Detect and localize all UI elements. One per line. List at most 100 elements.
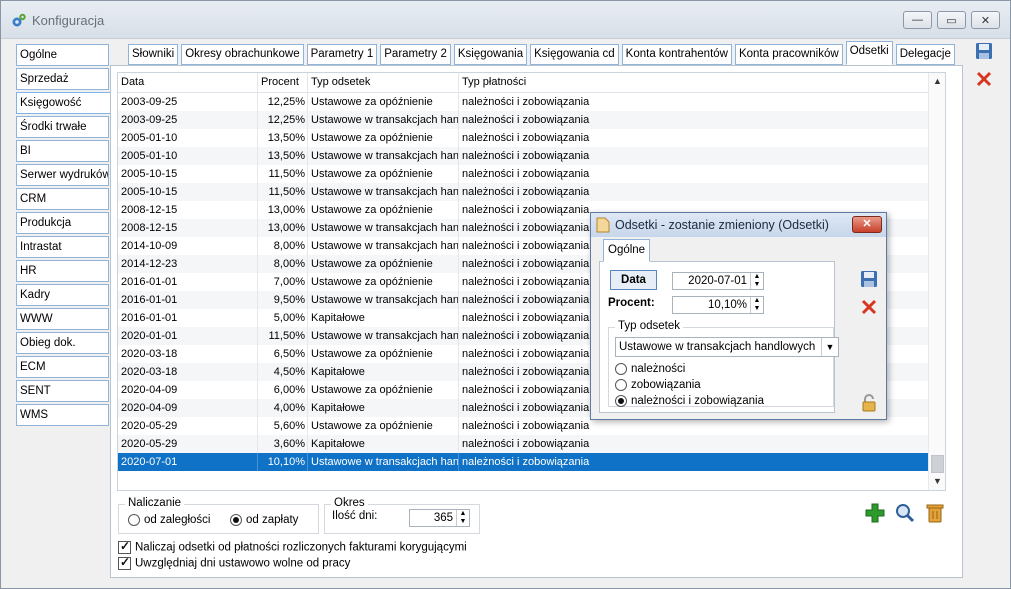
nav-item[interactable]: Produkcja <box>16 212 109 234</box>
table-row[interactable]: 2003-09-25 12,25% Ustawowe w transakcjach … <box>118 111 929 129</box>
nav-item[interactable]: WMS <box>16 404 109 426</box>
spinner-arrows-icon[interactable]: ▲ ▼ <box>750 297 763 313</box>
nav-item[interactable]: CRM <box>16 188 109 210</box>
radio-label: od zaległości <box>144 514 211 527</box>
table-row[interactable]: 2020-05-29 3,60% Kapitałowe należności i zo… <box>118 435 929 453</box>
radio-od-zaplaty[interactable]: od zapłaty <box>230 514 298 526</box>
chevron-down-icon[interactable]: ▼ <box>821 338 838 356</box>
cell-percent: 13,50% <box>258 129 308 147</box>
table-row[interactable]: 2003-09-25 12,25% Ustawowe za opóźnienie na… <box>118 93 929 111</box>
column-header-payment[interactable]: Typ płatności <box>459 73 929 93</box>
type-radio-receivables[interactable]: należności <box>615 363 685 375</box>
tab[interactable]: Konta pracowników <box>734 44 843 65</box>
type-radio-both[interactable]: należności i zobowiązania <box>615 395 764 407</box>
column-header-percent[interactable]: Procent <box>258 73 308 93</box>
nav-item[interactable]: BI <box>16 140 109 162</box>
tab[interactable]: Księgowania cd <box>530 44 619 65</box>
scroll-up-icon[interactable]: ▲ <box>929 73 945 90</box>
radio-circle-selected[interactable] <box>615 395 627 407</box>
radio-circle[interactable] <box>615 379 627 391</box>
days-input[interactable]: 365 ▲ ▼ <box>409 509 470 527</box>
cell-percent: 6,50% <box>258 345 308 363</box>
dialog-cancel-icon[interactable] <box>857 295 881 319</box>
naliczanie-title: Naliczanie <box>125 497 185 509</box>
cell-type: Ustawowe za opóźnienie <box>308 255 459 273</box>
cell-date: 2003-09-25 <box>118 93 258 111</box>
checkbox-correction-invoices[interactable]: Naliczaj odsetki od płatności rozliczony… <box>118 539 467 554</box>
tab[interactable]: Delegacje <box>895 44 955 65</box>
search-icon[interactable] <box>893 501 917 525</box>
nav-item[interactable]: WWW <box>16 308 109 330</box>
close-window-button[interactable]: ✕ <box>971 11 1000 29</box>
nav-item[interactable]: SENT <box>16 380 109 402</box>
cell-type: Kapitałowe <box>308 363 459 381</box>
tab[interactable]: Parametry 1 <box>306 44 378 65</box>
cell-type: Ustawowe w transakcjach handlowych <box>308 183 459 201</box>
type-radio-payables[interactable]: zobowiązania <box>615 379 701 391</box>
table-row-selected[interactable]: 2020-07-01 10,10% Ustawowe w transakcjach … <box>118 453 929 471</box>
spinner-arrows-icon[interactable]: ▲ ▼ <box>750 273 763 289</box>
date-input[interactable]: 2020-07-01 ▲ ▼ <box>672 272 764 290</box>
column-header-type[interactable]: Typ odsetek <box>308 73 459 93</box>
radio-circle[interactable] <box>128 514 140 526</box>
scroll-down-icon[interactable]: ▼ <box>929 473 945 490</box>
nav-item[interactable]: Środki trwałe <box>16 116 109 138</box>
nav-item[interactable]: Obieg dok. <box>16 332 109 354</box>
tab[interactable]: Konta kontrahentów <box>621 44 732 65</box>
tab[interactable]: Księgowania <box>453 44 528 65</box>
cell-type: Ustawowe za opóźnienie <box>308 417 459 435</box>
cancel-icon[interactable] <box>972 67 996 91</box>
cell-type: Ustawowe w transakcjach handlowych <box>308 453 459 471</box>
date-button[interactable]: Data <box>610 270 657 290</box>
save-icon[interactable] <box>972 39 996 63</box>
checkbox-box[interactable] <box>118 555 131 570</box>
nav-item[interactable]: Intrastat <box>16 236 109 258</box>
add-icon[interactable] <box>863 501 887 525</box>
table-row[interactable]: 2005-01-10 13,50% Ustawowe za opóźnienie na… <box>118 129 929 147</box>
cell-date: 2020-07-01 <box>118 453 258 471</box>
cell-payment: należności i zobowiązania <box>462 438 590 450</box>
spinner-arrows-icon[interactable]: ▲ ▼ <box>456 510 469 526</box>
cell-payment: należności i zobowiązania <box>462 96 590 108</box>
percent-label: Procent: <box>608 297 655 309</box>
table-row[interactable]: 2005-10-15 11,50% Ustawowe w transakcjach … <box>118 183 929 201</box>
dialog-close-button[interactable]: ✕ <box>852 216 882 233</box>
tab[interactable]: Okresy obrachunkowe <box>181 44 304 65</box>
type-select[interactable]: Ustawowe w transakcjach handlowych ▼ <box>615 337 839 357</box>
tab[interactable]: Słowniki <box>128 44 179 65</box>
table-row[interactable]: 2005-10-15 11,50% Ustawowe za opóźnienie na… <box>118 165 929 183</box>
nav-item[interactable]: Serwer wydruków <box>16 164 109 186</box>
cell-date: 2016-01-01 <box>118 309 258 327</box>
nav-item[interactable]: Ogólne <box>16 44 109 66</box>
table-row[interactable]: 2005-01-10 13,50% Ustawowe w transakcjach … <box>118 147 929 165</box>
unlock-icon[interactable] <box>857 391 881 415</box>
checkbox-box[interactable] <box>118 539 131 554</box>
radio-circle-selected[interactable] <box>230 514 242 526</box>
radio-od-zaleglosci[interactable]: od zaległości <box>128 514 210 526</box>
scroll-thumb[interactable] <box>931 455 944 473</box>
dialog-tab-general[interactable]: Ogólne <box>603 239 651 262</box>
radio-circle[interactable] <box>615 363 627 375</box>
dialog-save-icon[interactable] <box>857 267 881 291</box>
nav-item[interactable]: Kadry <box>16 284 109 306</box>
cell-percent: 7,00% <box>258 273 308 291</box>
minimize-button[interactable]: — <box>903 11 932 29</box>
nav-item[interactable]: ECM <box>16 356 109 378</box>
cell-percent: 11,50% <box>258 327 308 345</box>
tab-active[interactable]: Odsetki <box>845 41 893 65</box>
cell-date: 2020-05-29 <box>118 417 258 435</box>
vertical-scrollbar[interactable]: ▲ ▼ <box>928 73 945 490</box>
cell-date: 2014-12-23 <box>118 255 258 273</box>
nav-item[interactable]: HR <box>16 260 109 282</box>
tab[interactable]: Parametry 2 <box>380 44 451 65</box>
maximize-button[interactable]: ▭ <box>937 11 966 29</box>
nav-item[interactable]: Sprzedaż <box>16 68 109 90</box>
cell-type: Ustawowe za opóźnienie <box>308 129 459 147</box>
trash-icon[interactable] <box>923 501 947 525</box>
percent-input[interactable]: 10,10% ▲ ▼ <box>672 296 764 314</box>
column-header-date[interactable]: Data <box>118 73 258 93</box>
checkbox-holidays[interactable]: Uwzględniaj dni ustawowo wolne od pracy <box>118 555 350 570</box>
cell-date: 2014-10-09 <box>118 237 258 255</box>
nav-item-active[interactable]: Księgowość <box>16 92 112 114</box>
cell-percent: 13,00% <box>258 201 308 219</box>
